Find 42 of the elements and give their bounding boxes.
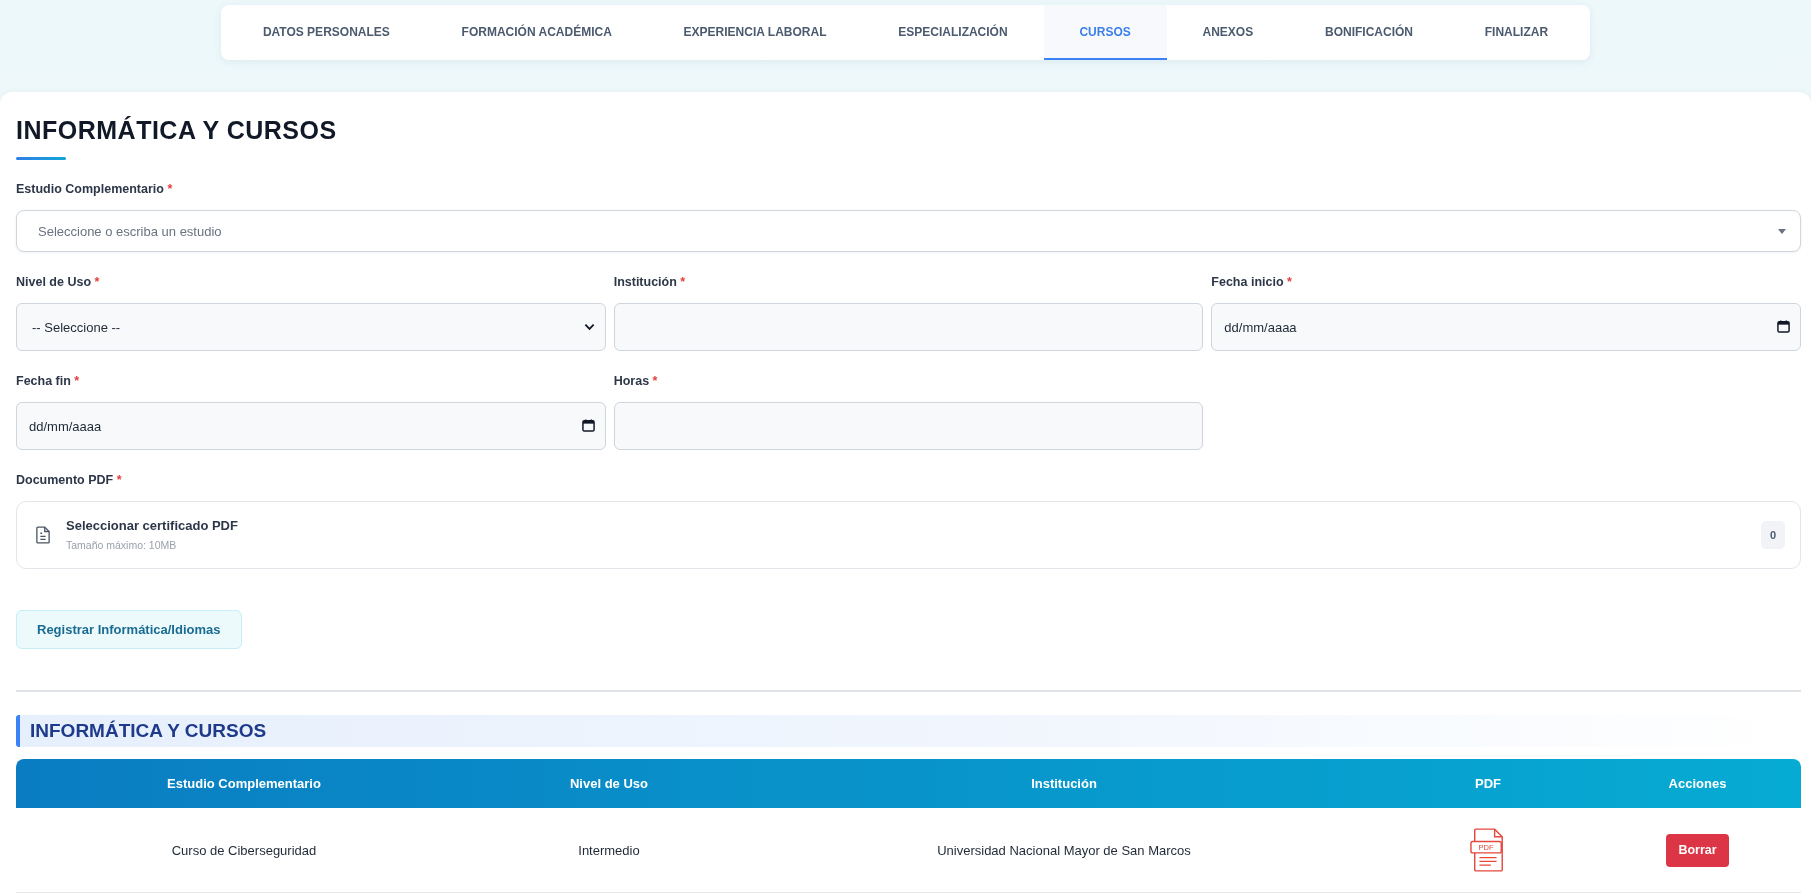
file-count-badge: 0 (1761, 521, 1785, 549)
step-tab[interactable]: BONIFICACIÓN (1289, 5, 1449, 60)
select-field[interactable]: -- Seleccione -- (16, 303, 606, 351)
column-header: Nivel de Uso (569, 775, 649, 793)
step-tab[interactable]: FINALIZAR (1448, 5, 1584, 60)
step-tab[interactable]: FORMACIÓN ACADÉMICA (425, 5, 648, 60)
column-header: PDF (1474, 775, 1502, 793)
step-tab[interactable]: CURSOS (1043, 5, 1167, 60)
upload-title: Seleccionar certificado PDF (66, 518, 238, 534)
step-tab[interactable]: ESPECIALIZACIÓN (862, 5, 1044, 60)
step-tab[interactable]: DATOS PERSONALES (227, 5, 426, 60)
field-label: Estudio Complementario * (16, 181, 173, 197)
document-icon (36, 526, 50, 544)
text-field[interactable] (613, 402, 1204, 450)
caret-icon (1778, 229, 1786, 234)
table-cell-text: Curso de Ciberseguridad (170, 841, 318, 860)
calendar-icon (1777, 320, 1790, 333)
study-combobox[interactable]: Seleccione o escriba un estudio (16, 210, 1801, 252)
table-cell-text: Universidad Nacional Mayor de San Marcos (936, 841, 1192, 860)
step-tab[interactable]: EXPERIENCIA LABORAL (647, 5, 863, 60)
date-field[interactable]: dd/mm/aaaa (1211, 303, 1801, 351)
column-header: Acciones (1667, 775, 1728, 793)
file-upload-area[interactable]: Seleccionar certificado PDF Tamaño máximo: 10MB 0 (16, 501, 1801, 569)
register-button[interactable]: Registrar Informática/Idiomas (16, 610, 242, 649)
column-header: Institución (1030, 775, 1098, 793)
step-tab[interactable]: ANEXOS (1166, 5, 1290, 60)
delete-button[interactable]: Borrar (1666, 833, 1729, 867)
field-label: Fecha fin * (16, 373, 80, 389)
field-label: Nivel de Uso * (16, 274, 100, 290)
upload-hint: Tamaño máximo: 10MB (66, 539, 177, 552)
calendar-icon (581, 419, 595, 432)
chevron-icon (583, 323, 595, 331)
title-accent-bar (16, 157, 66, 160)
field-label: Horas * (613, 373, 658, 389)
field-label: Documento PDF * (16, 472, 122, 488)
page-title: INFORMÁTICA Y CURSOS (16, 115, 337, 145)
text-field[interactable] (613, 303, 1204, 351)
table-cell-text: Intermedio (577, 841, 641, 860)
field-label: Fecha inicio * (1211, 274, 1292, 290)
date-field[interactable]: dd/mm/aaaa (16, 402, 606, 450)
field-label: Institución * (613, 274, 686, 290)
column-header: Estudio Complementario (166, 775, 322, 793)
